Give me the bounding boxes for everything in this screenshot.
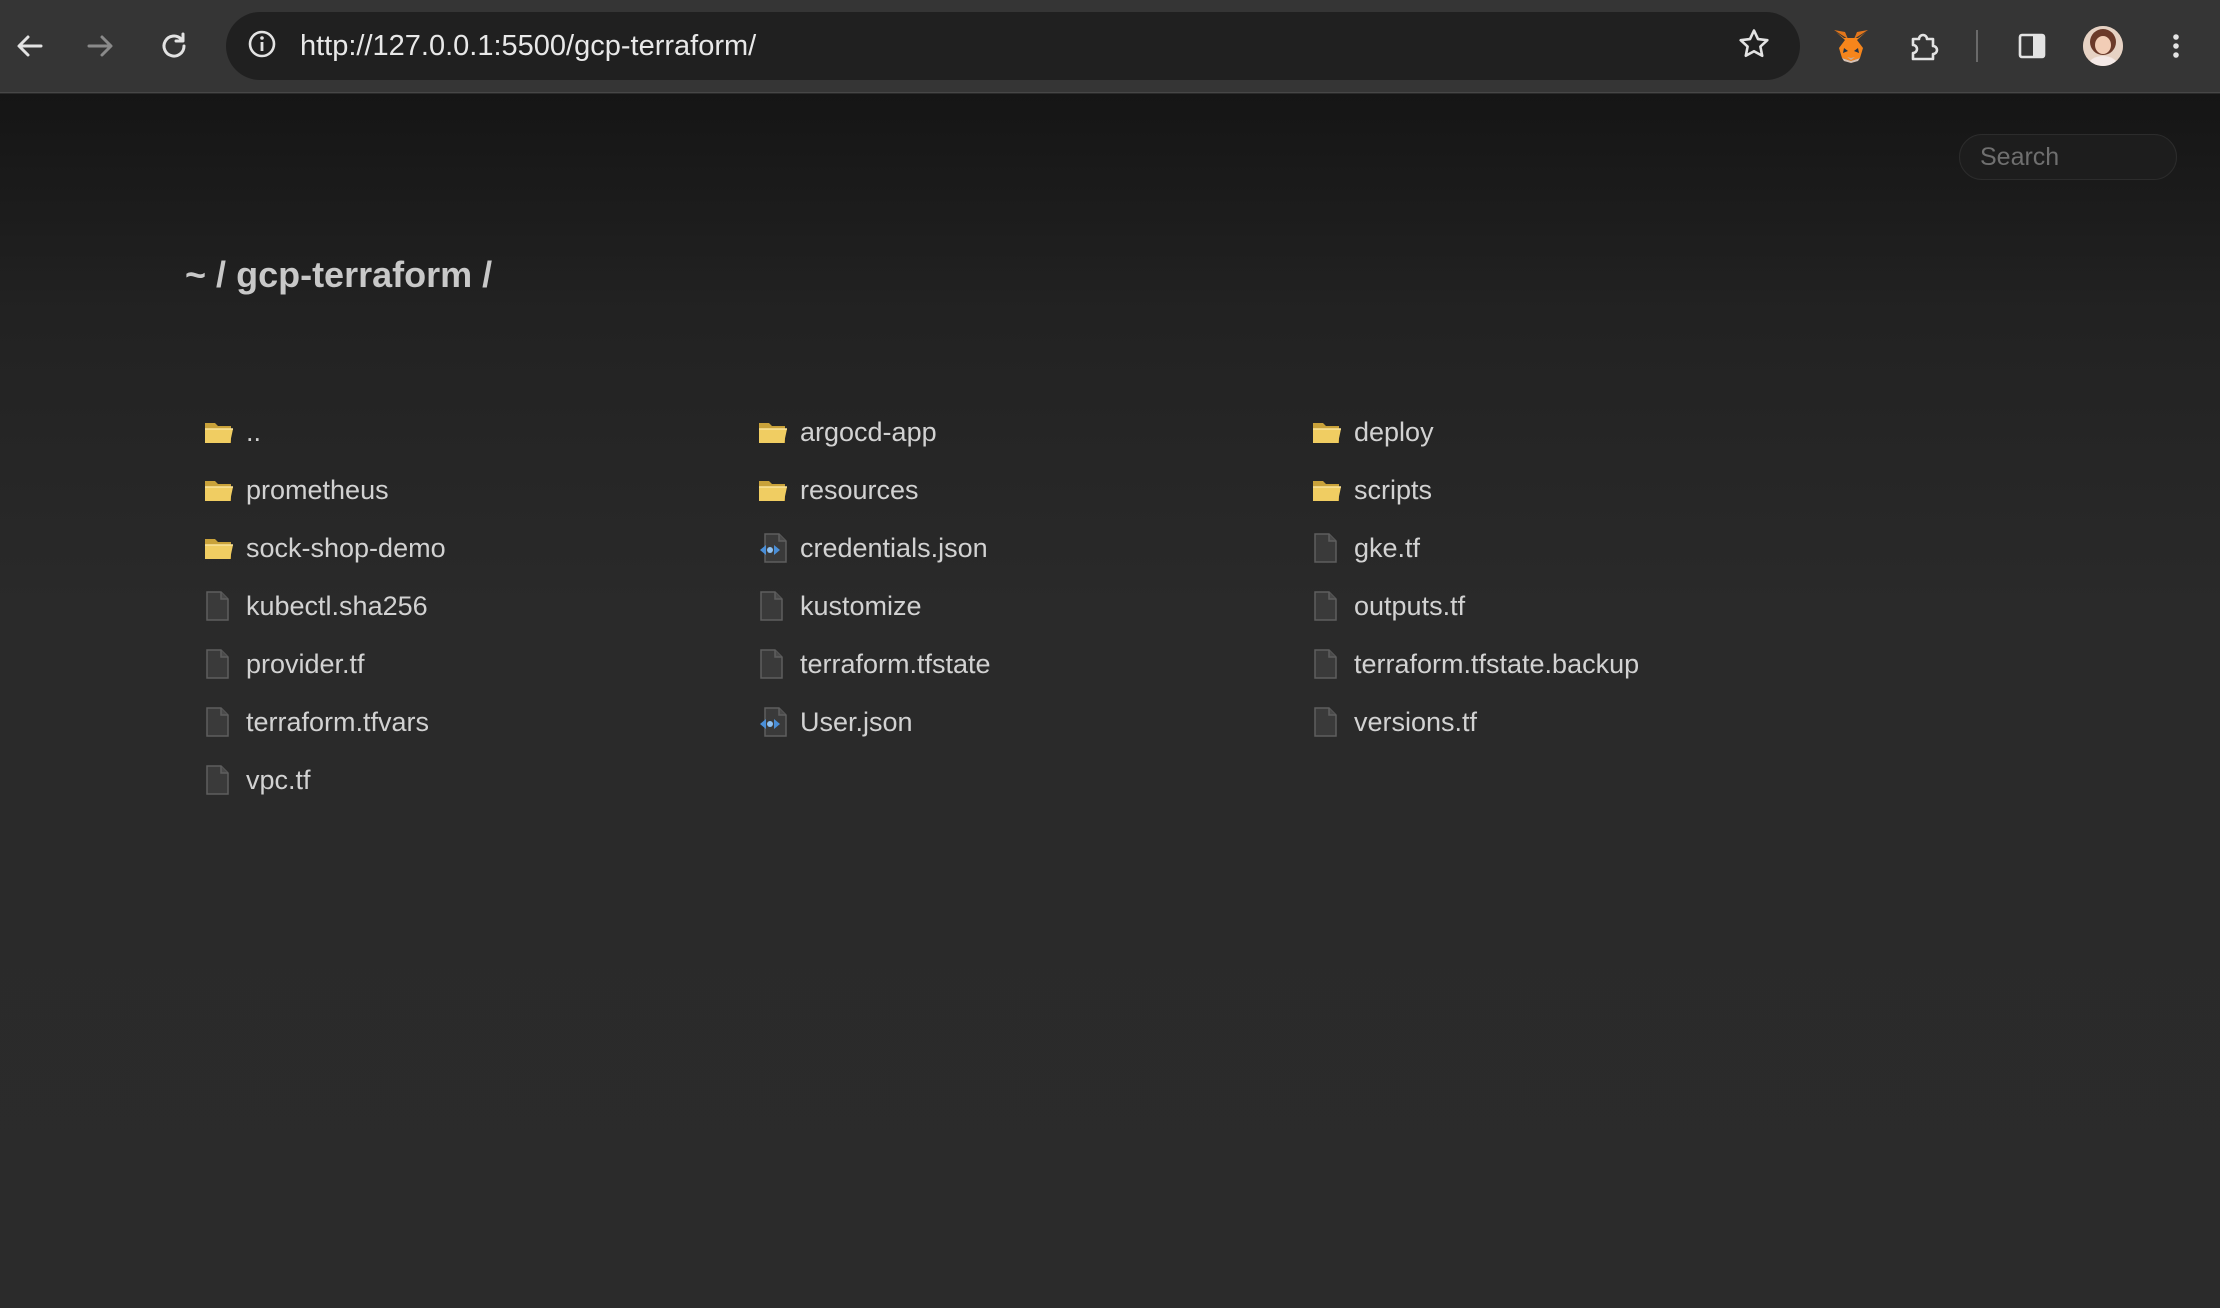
fox-icon [1832, 28, 1870, 64]
file-entry-prometheus[interactable]: prometheus [204, 470, 758, 510]
file-icon [204, 705, 238, 739]
folder-icon [204, 531, 238, 565]
file-entry-name: sock-shop-demo [246, 532, 446, 563]
file-entry-name: provider.tf [246, 648, 365, 679]
metamask-extension-button[interactable] [1823, 18, 1879, 74]
file-entry-name: resources [800, 474, 919, 505]
file-entry-sock-shop-demo[interactable]: sock-shop-demo [204, 528, 758, 568]
star-icon [1737, 27, 1771, 66]
file-entry-name: outputs.tf [1354, 590, 1466, 621]
file-entry-outputs-tf[interactable]: outputs.tf [1312, 586, 1866, 626]
file-entry-name: User.json [800, 706, 913, 737]
file-icon [758, 589, 792, 623]
file-icon [1312, 531, 1346, 565]
site-info-button[interactable] [242, 26, 282, 66]
file-entry-name: terraform.tfstate.backup [1354, 648, 1640, 679]
file-entry-name: gke.tf [1354, 532, 1421, 563]
file-entry-name: kubectl.sha256 [246, 590, 428, 621]
file-entry-name: .. [246, 416, 262, 447]
extensions-button[interactable] [1896, 18, 1952, 74]
json-file-icon [758, 705, 792, 739]
reload-icon [158, 30, 190, 62]
folder-icon [204, 415, 238, 449]
profile-avatar[interactable] [2083, 26, 2123, 66]
file-entry-terraform-tfvars[interactable]: terraform.tfvars [204, 702, 758, 742]
url-text[interactable]: http://127.0.0.1:5500/gcp-terraform/ [300, 12, 756, 80]
breadcrumb-home[interactable]: ~ [185, 254, 206, 295]
file-entry-name: prometheus [246, 474, 389, 505]
folder-icon [204, 473, 238, 507]
file-entry-terraform-tfstate[interactable]: terraform.tfstate [758, 644, 1312, 684]
file-entry-name: terraform.tfstate [800, 648, 991, 679]
file-entry-provider-tf[interactable]: provider.tf [204, 644, 758, 684]
file-entry-name: scripts [1354, 474, 1433, 505]
search-input[interactable] [1959, 134, 2177, 180]
browser-menu-button[interactable] [2148, 18, 2204, 74]
file-entry-name: vpc.tf [246, 764, 311, 795]
file-entry-name: credentials.json [800, 532, 988, 563]
file-entry-user-json[interactable]: User.json [758, 702, 1312, 742]
file-entry-name: versions.tf [1354, 706, 1478, 737]
toolbar-divider [1976, 30, 1978, 62]
info-icon [246, 28, 278, 65]
side-panel-icon [2016, 30, 2048, 62]
file-entry-kustomize[interactable]: kustomize [758, 586, 1312, 626]
directory-listing-page: ~ / gcp-terraform / .. argocd-app deploy pr… [0, 94, 2220, 1308]
kebab-menu-icon [2160, 30, 2192, 62]
file-entry-vpc-tf[interactable]: vpc.tf [204, 760, 758, 800]
file-entry-terraform-tfstate-backup[interactable]: terraform.tfstate.backup [1312, 644, 1866, 684]
json-file-icon [758, 531, 792, 565]
file-entry-credentials-json[interactable]: credentials.json [758, 528, 1312, 568]
file-icon [1312, 705, 1346, 739]
file-icon [204, 763, 238, 797]
file-entry-kubectl-sha256[interactable]: kubectl.sha256 [204, 586, 758, 626]
folder-icon [1312, 473, 1346, 507]
breadcrumb-separator: / [216, 254, 227, 295]
breadcrumb: ~ / gcp-terraform / [185, 254, 492, 296]
back-button[interactable] [2, 18, 58, 74]
file-entry-name: deploy [1354, 416, 1434, 447]
file-entry-gke-tf[interactable]: gke.tf [1312, 528, 1866, 568]
puzzle-icon [1907, 29, 1941, 63]
folder-icon [1312, 415, 1346, 449]
file-icon [1312, 589, 1346, 623]
file-icon [204, 647, 238, 681]
file-entry-deploy[interactable]: deploy [1312, 412, 1866, 452]
arrow-right-icon [84, 30, 116, 62]
file-entry-argocd-app[interactable]: argocd-app [758, 412, 1312, 452]
address-bar[interactable]: http://127.0.0.1:5500/gcp-terraform/ [226, 12, 1800, 80]
file-entry-resources[interactable]: resources [758, 470, 1312, 510]
file-entry-scripts[interactable]: scripts [1312, 470, 1866, 510]
breadcrumb-separator: / [482, 254, 493, 295]
browser-toolbar: http://127.0.0.1:5500/gcp-terraform/ [0, 0, 2220, 93]
file-list: .. argocd-app deploy prometheus resources scr… [204, 412, 1864, 818]
side-panel-button[interactable] [2004, 18, 2060, 74]
file-entry-versions-tf[interactable]: versions.tf [1312, 702, 1866, 742]
breadcrumb-current[interactable]: gcp-terraform [236, 254, 472, 295]
file-entry-name: kustomize [800, 590, 922, 621]
folder-icon [758, 415, 792, 449]
file-entry-name: argocd-app [800, 416, 937, 447]
arrow-left-icon [14, 30, 46, 62]
file-icon [758, 647, 792, 681]
file-entry-name: terraform.tfvars [246, 706, 430, 737]
file-entry-parent-directory[interactable]: .. [204, 412, 758, 452]
folder-icon [758, 473, 792, 507]
forward-button[interactable] [72, 18, 128, 74]
reload-button[interactable] [146, 18, 202, 74]
bookmark-button[interactable] [1734, 26, 1774, 66]
file-icon [204, 589, 238, 623]
file-icon [1312, 647, 1346, 681]
